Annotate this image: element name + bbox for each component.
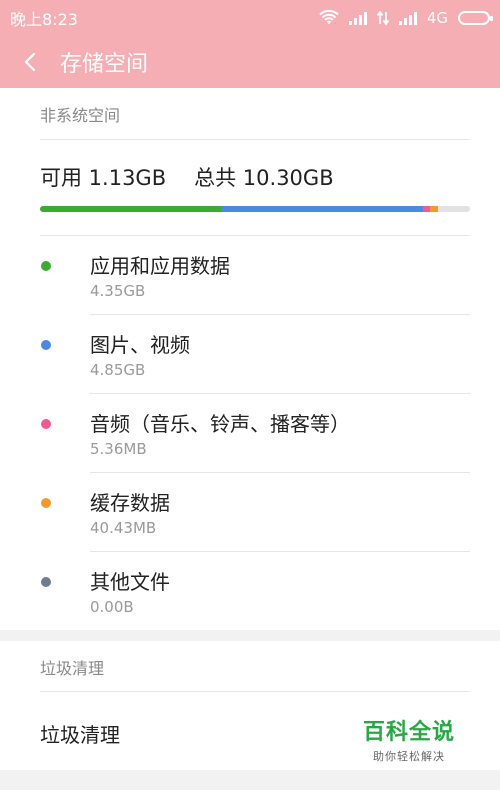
cleanup-label: 垃圾清理	[40, 723, 120, 747]
total-space: 总共 10.30GB	[194, 166, 334, 190]
back-button[interactable]	[0, 36, 60, 88]
action-bar: 存储空间	[0, 36, 500, 88]
category-row-audio[interactable]: 音频（音乐、铃声、播客等） 5.36MB	[0, 393, 500, 472]
divider	[40, 139, 470, 140]
available-space: 可用 1.13GB	[40, 166, 167, 190]
category-name: 图片、视频	[90, 333, 190, 357]
category-name: 应用和应用数据	[90, 254, 230, 278]
category-dot	[41, 261, 51, 271]
wifi-icon	[319, 10, 339, 24]
network-type: 4G	[426, 9, 448, 27]
usage-bar-segment	[40, 206, 221, 212]
category-name: 其他文件	[90, 570, 170, 594]
category-dot	[41, 419, 51, 429]
category-size: 5.36MB	[90, 440, 147, 458]
bottom-gap	[0, 770, 500, 790]
status-bar: 晚上8:23 4G	[0, 0, 500, 36]
section-gap	[0, 630, 500, 641]
category-row-media[interactable]: 图片、视频 4.85GB	[0, 314, 500, 393]
page-title: 存储空间	[60, 52, 149, 77]
category-row-apps[interactable]: 应用和应用数据 4.35GB	[0, 235, 500, 314]
watermark-title: 百科全说	[362, 720, 455, 745]
category-row-other[interactable]: 其他文件 0.00B	[0, 551, 500, 630]
category-dot	[41, 340, 51, 350]
data-transfer-icon	[376, 10, 389, 26]
signal-icon-2	[398, 11, 417, 25]
category-size: 40.43MB	[90, 519, 157, 537]
section-header-system: 非系统空间	[0, 88, 500, 140]
category-size: 0.00B	[90, 598, 134, 616]
status-icons: 4G	[319, 9, 493, 27]
status-time: 晚上8:23	[10, 10, 78, 29]
usage-bar	[40, 206, 470, 212]
signal-icon	[348, 11, 367, 25]
section-header-cleanup: 垃圾清理	[0, 641, 500, 693]
watermark-subtitle: 助你轻松解决	[372, 750, 445, 763]
usage-bar-segment	[430, 206, 439, 212]
usage-summary: 可用 1.13GB 总共 10.30GB	[40, 162, 334, 192]
battery-icon	[458, 11, 493, 25]
header: 晚上8:23 4G 存储空间	[0, 0, 500, 88]
usage-bar-segment	[422, 206, 431, 212]
category-name: 音频（音乐、铃声、播客等）	[90, 412, 350, 436]
cleanup-row[interactable]: 垃圾清理 百科全说 助你轻松解决	[0, 692, 500, 770]
category-dot	[41, 577, 51, 587]
category-row-cache[interactable]: 缓存数据 40.43MB	[0, 472, 500, 551]
watermark: 百科全说 助你轻松解决	[363, 714, 455, 764]
category-name: 缓存数据	[90, 491, 170, 515]
category-size: 4.35GB	[90, 282, 146, 300]
category-size: 4.85GB	[90, 361, 146, 379]
back-arrow-icon	[24, 52, 36, 72]
usage-bar-segment	[220, 206, 423, 212]
category-dot	[41, 498, 51, 508]
